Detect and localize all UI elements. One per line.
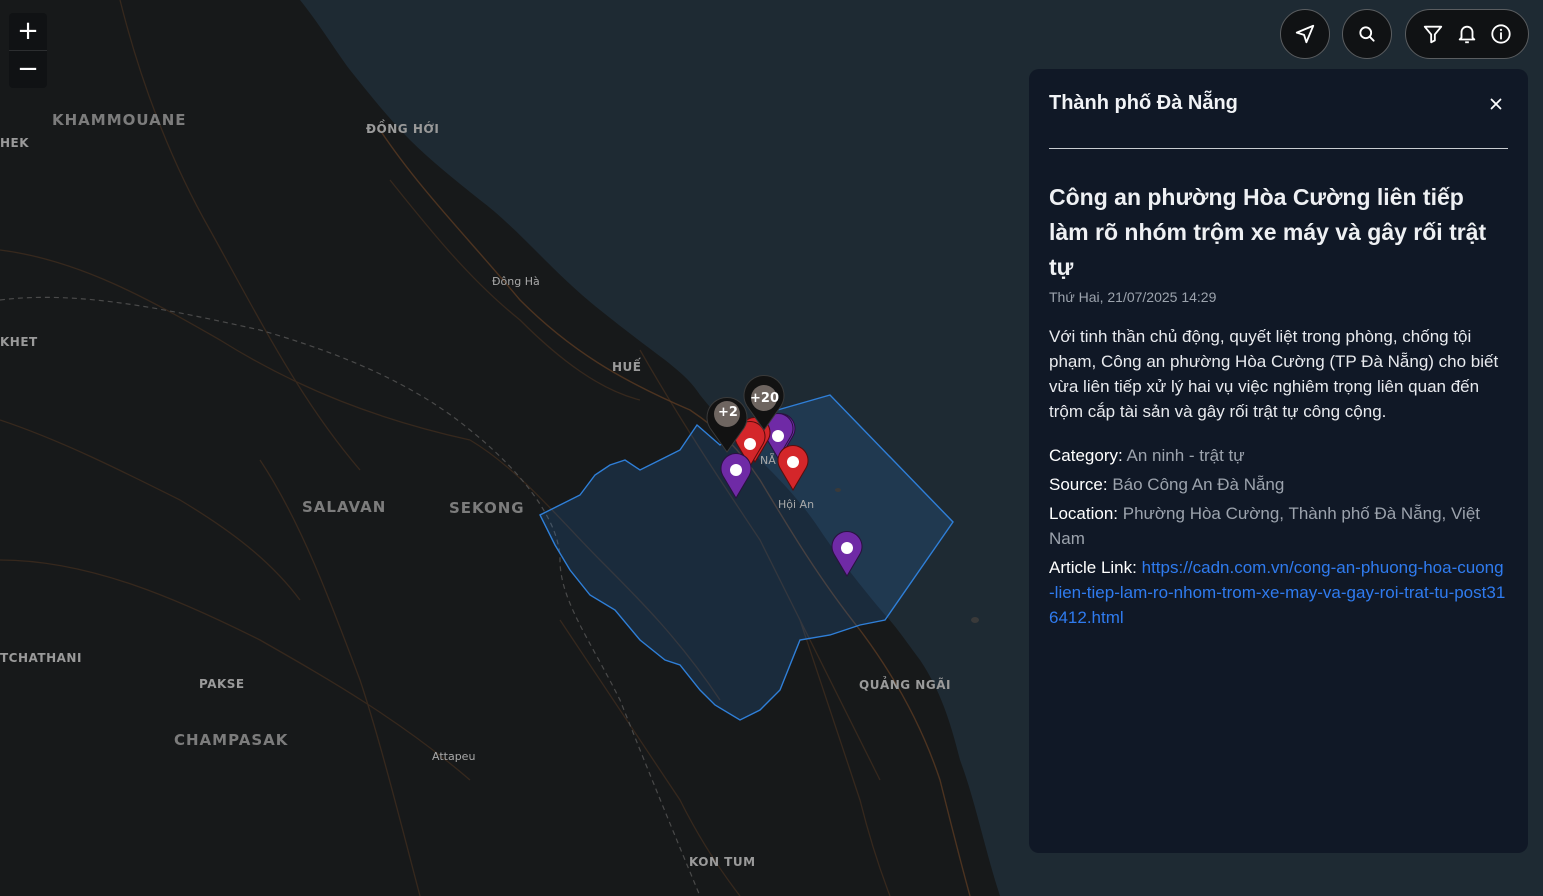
category-value: An ninh - trật tự: [1126, 446, 1245, 465]
locate-arrow-icon: [1295, 24, 1315, 44]
source-label: Source:: [1049, 475, 1108, 494]
zoom-in-button[interactable]: +: [9, 13, 47, 50]
article-date: Thứ Hai, 21/07/2025 14:29: [1049, 289, 1217, 305]
info-button[interactable]: [1484, 17, 1518, 51]
panel-title: Thành phố Đà Nẵng: [1049, 92, 1238, 114]
info-icon: [1491, 24, 1511, 44]
bell-icon: [1458, 25, 1476, 44]
marker-red[interactable]: [777, 445, 809, 491]
cluster-count: +20: [750, 391, 779, 406]
article-panel: Thành phố Đà Nẵng Công an phường Hòa Cườ…: [1029, 69, 1528, 853]
article-meta: Category: An ninh - trật tự Source: Báo …: [1049, 443, 1508, 630]
link-row: Article Link: https://cadn.com.vn/cong-a…: [1049, 555, 1508, 630]
location-label: Location:: [1049, 504, 1118, 523]
source-value: Báo Công An Đà Nẵng: [1112, 475, 1285, 494]
close-icon: [1490, 98, 1502, 110]
locate-button[interactable]: [1280, 9, 1330, 59]
category-label: Category:: [1049, 446, 1123, 465]
search-icon: [1359, 26, 1375, 42]
zoom-control: + −: [9, 13, 47, 88]
close-button[interactable]: [1486, 94, 1506, 114]
article-summary: Với tinh thần chủ động, quyết liệt trong…: [1049, 327, 1499, 421]
panel-header: Thành phố Đà Nẵng: [1049, 69, 1508, 149]
notifications-button[interactable]: [1450, 17, 1484, 51]
category-row: Category: An ninh - trật tự: [1049, 443, 1508, 468]
tools-group: [1405, 9, 1529, 59]
marker-purple[interactable]: [720, 453, 752, 499]
search-button[interactable]: [1342, 9, 1392, 59]
filter-icon: [1423, 25, 1443, 44]
source-row: Source: Báo Công An Đà Nẵng: [1049, 472, 1508, 497]
location-row: Location: Phường Hòa Cường, Thành phố Đà…: [1049, 501, 1508, 551]
filter-button[interactable]: [1416, 17, 1450, 51]
zoom-out-button[interactable]: −: [9, 50, 47, 88]
article-headline: Công an phường Hòa Cường liên tiếp làm r…: [1049, 184, 1487, 280]
article-link-label: Article Link:: [1049, 558, 1137, 577]
cluster-count: +2: [718, 405, 738, 420]
marker-purple[interactable]: [831, 531, 863, 577]
